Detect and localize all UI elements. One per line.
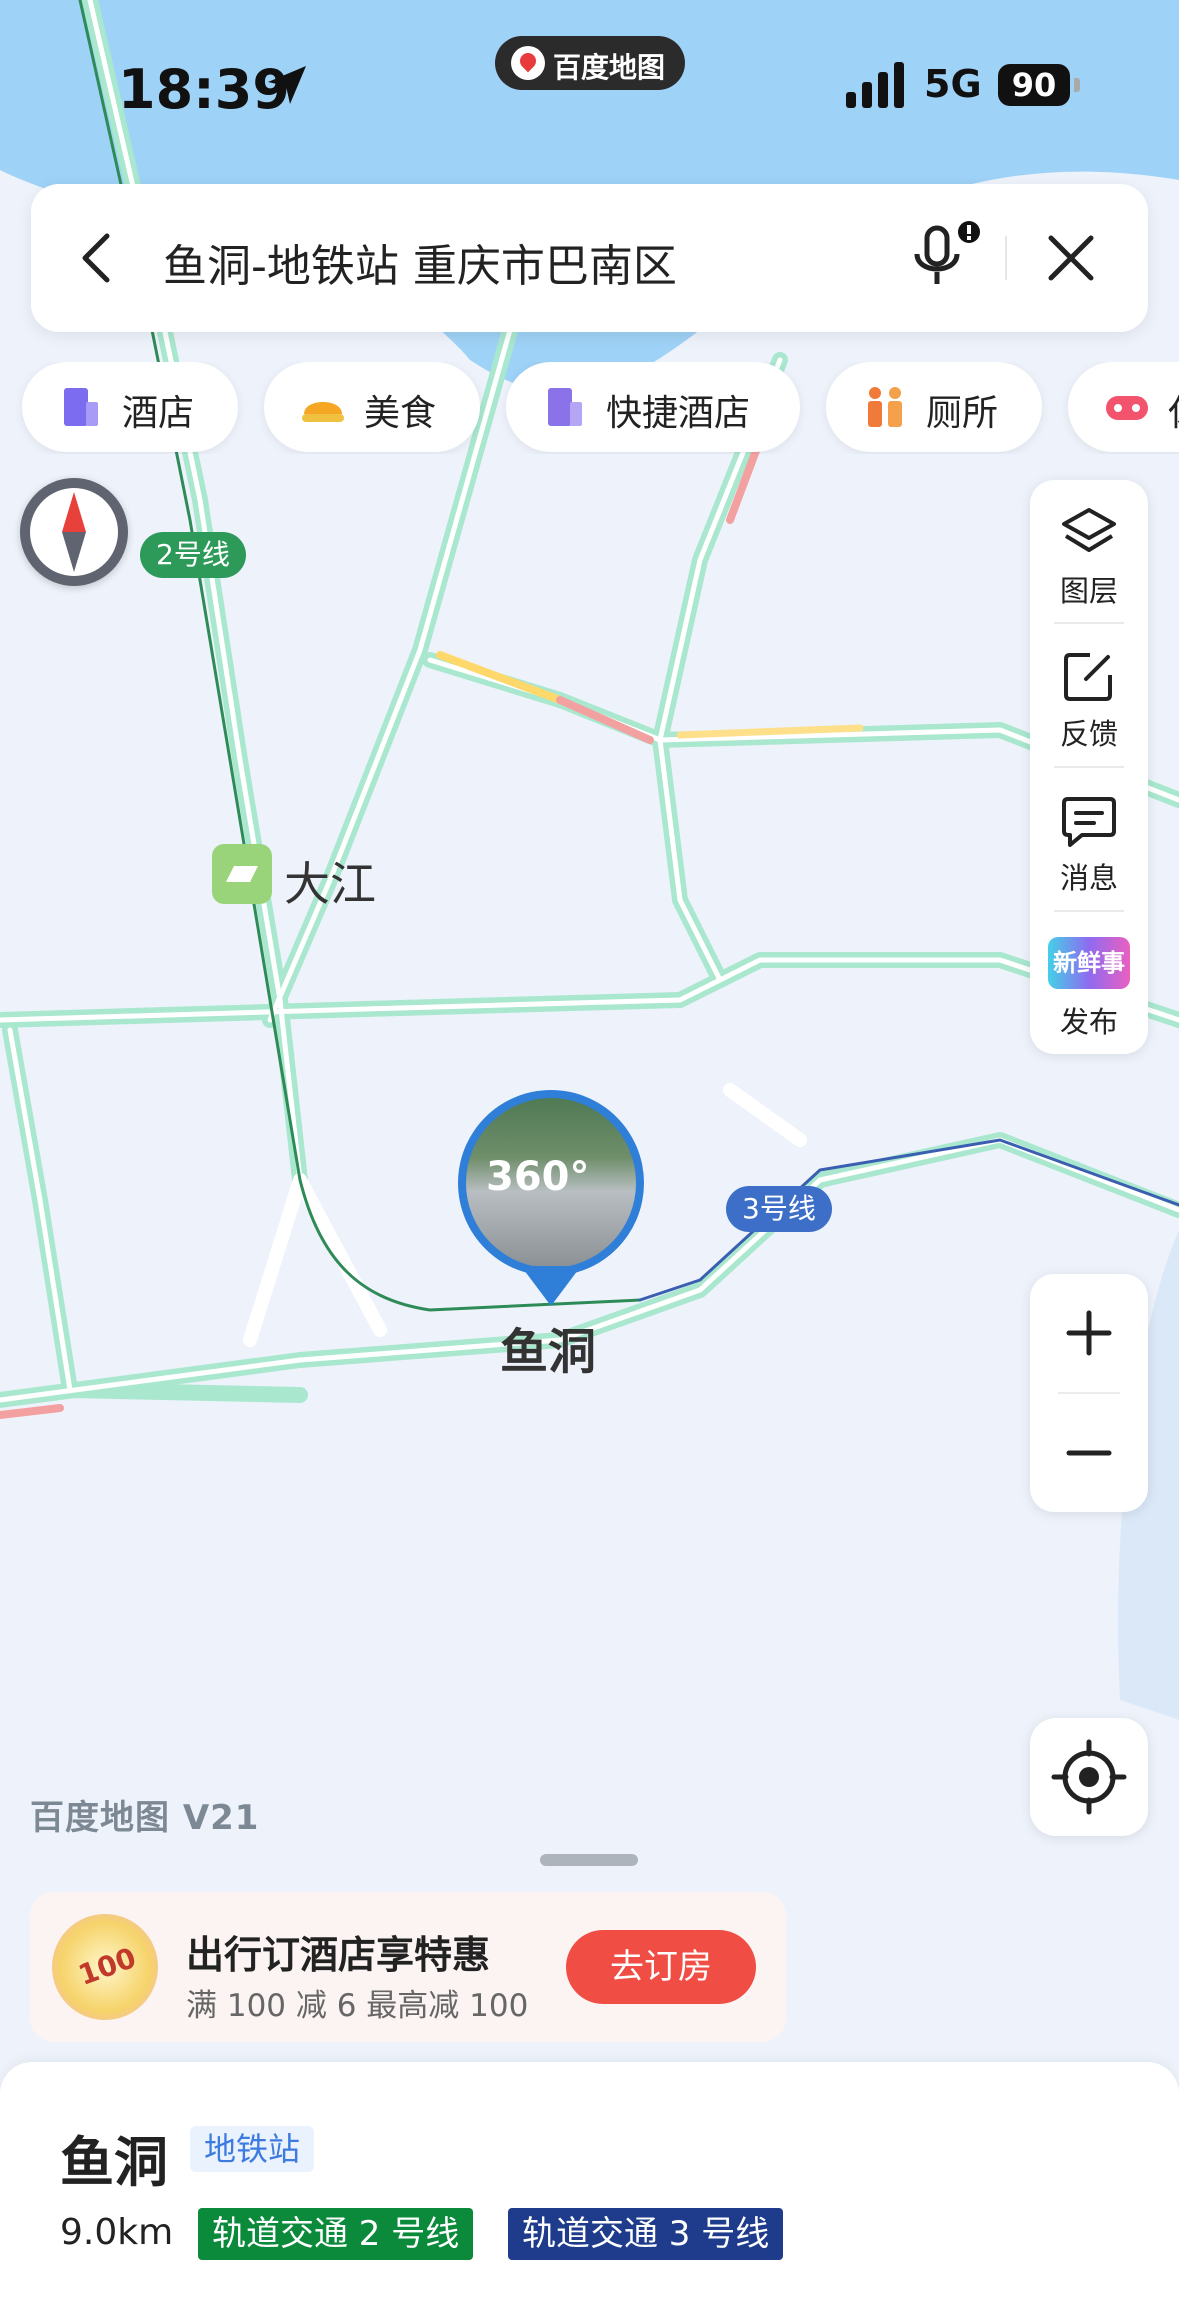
chip-label: 美食 [364, 393, 437, 434]
battery-icon: 90 [998, 64, 1070, 106]
map-watermark: 百度地图 V21 [30, 1798, 260, 1838]
chip-label: 休 [1168, 384, 1179, 436]
app-name: 百度地图 [553, 51, 666, 84]
selected-poi-label: 鱼洞 [500, 1324, 597, 1380]
poi-distance: 9.0km [60, 2212, 174, 2253]
hotel-icon [64, 388, 98, 426]
messages-button[interactable]: 消息 [1030, 767, 1148, 909]
search-bar[interactable]: 鱼洞-地铁站 重庆市巴南区 [31, 184, 1148, 332]
line2-badge: 2号线 [140, 532, 246, 578]
back-icon[interactable] [67, 228, 127, 288]
station-label: 大江 [284, 857, 376, 911]
compass-icon [30, 488, 118, 576]
food-icon [302, 402, 344, 422]
metro-line-2-tag[interactable]: 轨道交通 2 号线 [198, 2208, 474, 2260]
coupon-icon: 100 [52, 1914, 158, 2020]
zoom-in-icon[interactable] [1030, 1274, 1148, 1392]
search-query[interactable]: 鱼洞-地铁站 重庆市巴南区 [163, 230, 677, 294]
layers-icon [1062, 508, 1116, 552]
microphone-icon[interactable] [907, 218, 987, 298]
poi-type-badge: 地铁站 [190, 2126, 315, 2172]
poi-name: 鱼洞 [60, 2131, 168, 2194]
poi-detail-sheet[interactable]: 鱼洞 地铁站 9.0km 轨道交通 2 号线 轨道交通 3 号线 [0, 2062, 1179, 2301]
promo-title: 出行订酒店享特惠 [186, 1933, 491, 1977]
crosshair-icon [1051, 1739, 1127, 1815]
status-bar: 18:39 百度地图 5G 90 [0, 0, 1179, 170]
tool-label: 消息 [1059, 861, 1118, 895]
battery-tip [1074, 78, 1080, 92]
feedback-button[interactable]: 反馈 [1030, 623, 1148, 765]
entertainment-icon [1106, 396, 1148, 420]
location-arrow-icon [268, 66, 306, 104]
publish-button[interactable]: 新鲜事 发布 [1030, 911, 1148, 1053]
chip-toilet[interactable]: 厕所 [826, 362, 1042, 452]
close-icon[interactable] [1039, 226, 1103, 290]
message-icon [1062, 797, 1116, 847]
cellular-signal-icon [846, 62, 904, 108]
category-chips: 酒店 美食 快捷酒店 厕所 休 [0, 362, 1179, 454]
compass-button[interactable] [20, 478, 128, 586]
tool-label: 反馈 [1059, 717, 1118, 751]
panorama-360-badge: 360° [486, 1154, 590, 1200]
zoom-controls [1030, 1274, 1148, 1512]
line3-badge: 3号线 [726, 1186, 832, 1232]
hotel-promo-banner[interactable]: 100 出行订酒店享特惠 满 100 减 6 最高减 100 去订房 [30, 1892, 786, 2042]
metro-station-icon [212, 844, 272, 904]
chip-food[interactable]: 美食 [264, 362, 480, 452]
chip-entertainment[interactable]: 休 [1068, 362, 1179, 452]
chip-label: 厕所 [926, 393, 999, 434]
divider [1005, 236, 1007, 280]
chip-label: 快捷酒店 [606, 393, 751, 434]
promo-subtitle: 满 100 减 6 最高减 100 [186, 1988, 529, 2024]
book-room-button[interactable]: 去订房 [566, 1930, 756, 2004]
tool-label: 图层 [1059, 574, 1118, 608]
locate-me-button[interactable] [1030, 1718, 1148, 1836]
budget-hotel-icon [548, 388, 582, 426]
sheet-drag-handle[interactable] [540, 1854, 638, 1866]
baidu-map-logo-icon [511, 46, 545, 80]
panorama-marker[interactable]: 360° [458, 1090, 644, 1310]
panorama-thumbnail: 360° [466, 1098, 636, 1268]
chip-hotel[interactable]: 酒店 [22, 362, 238, 452]
feedback-icon [1064, 653, 1112, 701]
back-to-app-pill[interactable]: 百度地图 [495, 36, 685, 90]
layers-button[interactable]: 图层 [1030, 480, 1148, 622]
metro-line-3-tag[interactable]: 轨道交通 3 号线 [508, 2208, 784, 2260]
toilet-icon [868, 387, 902, 427]
tool-label: 发布 [1059, 1005, 1118, 1039]
zoom-out-icon[interactable] [1030, 1394, 1148, 1512]
chip-label: 酒店 [122, 393, 195, 434]
coupon-value: 100 [74, 1940, 141, 1993]
road [62, 1382, 308, 1403]
publish-icon: 新鲜事 [1048, 937, 1130, 989]
network-type: 5G [924, 62, 982, 106]
chip-budget-hotel[interactable]: 快捷酒店 [506, 362, 800, 452]
map-tools-panel: 图层 反馈 消息 新鲜事 发布 [1030, 480, 1148, 1054]
